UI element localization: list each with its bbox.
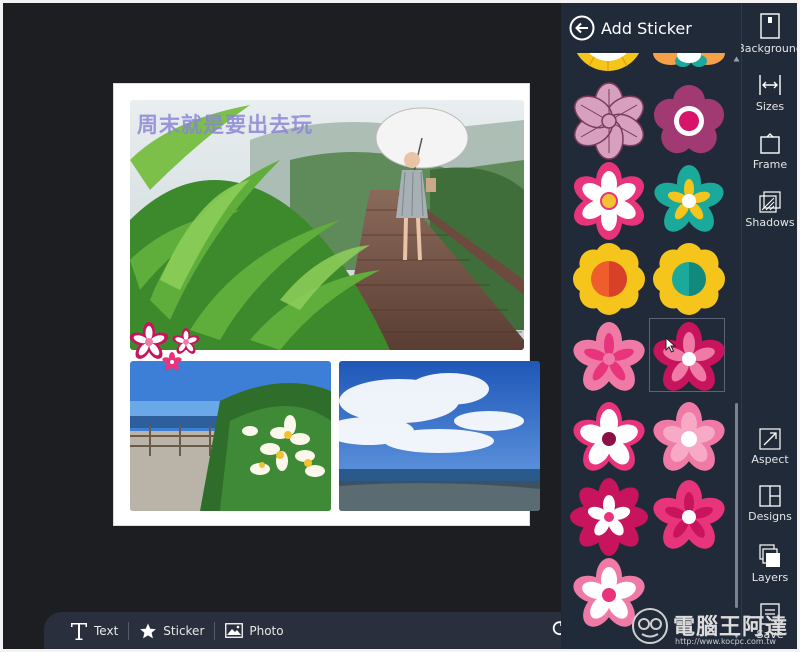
back-arrow-icon xyxy=(569,15,595,41)
sticker-item[interactable] xyxy=(649,399,729,479)
background-button[interactable]: Background xyxy=(737,13,797,55)
sticker-item[interactable] xyxy=(569,399,649,479)
sticker-button[interactable]: Sticker xyxy=(129,612,214,649)
scroll-up-icon[interactable] xyxy=(733,56,740,62)
sticker-panel: Add Sticker xyxy=(561,3,741,649)
sticker-item[interactable] xyxy=(649,319,729,399)
overlay-text[interactable]: 周末就是要出去玩 xyxy=(137,109,313,139)
right-rail: Background Sizes Frame Shadows Aspect De… xyxy=(737,3,797,649)
photo-button[interactable]: Photo xyxy=(215,612,293,649)
watermark-url: http://www.kocpc.com.tw xyxy=(675,637,776,646)
sticker-item[interactable] xyxy=(569,477,649,557)
sticker-item[interactable] xyxy=(649,81,729,161)
placed-stickers[interactable] xyxy=(129,322,209,372)
text-button-label: Text xyxy=(94,623,119,638)
panel-header: Add Sticker xyxy=(561,3,741,53)
text-button[interactable]: Text xyxy=(44,612,128,649)
shadows-label: Shadows xyxy=(745,216,795,229)
sizes-label: Sizes xyxy=(755,100,785,113)
frame-button[interactable]: Frame xyxy=(742,133,797,171)
sizes-button[interactable]: Sizes xyxy=(742,73,797,113)
designs-label: Designs xyxy=(748,510,792,523)
panel-title: Add Sticker xyxy=(601,18,692,38)
sticker-item[interactable] xyxy=(569,319,649,399)
designs-button[interactable]: Designs xyxy=(742,485,797,523)
background-icon xyxy=(760,13,780,39)
sizes-icon xyxy=(759,75,781,95)
collage-canvas[interactable]: 周末就是要出去玩 xyxy=(114,84,540,525)
app-window: 周末就是要出去玩 Text Sticker Photo Add Sticker … xyxy=(3,3,797,649)
sticker-grid xyxy=(561,3,741,649)
canvas-area: 周末就是要出去玩 Text Sticker Photo xyxy=(3,3,579,649)
text-icon xyxy=(70,621,88,641)
site-watermark: 電腦王阿達 http://www.kocpc.com.tw xyxy=(631,603,797,649)
aspect-label: Aspect xyxy=(751,453,789,466)
layers-button[interactable]: Layers xyxy=(742,544,797,584)
collage-photo-seascape[interactable] xyxy=(339,361,540,511)
sticker-button-label: Sticker xyxy=(163,623,205,638)
shadows-button[interactable]: Shadows xyxy=(742,191,797,229)
star-icon xyxy=(139,622,157,640)
photo-icon xyxy=(225,623,244,638)
sticker-item[interactable] xyxy=(569,239,649,319)
aspect-icon xyxy=(759,428,781,450)
frame-label: Frame xyxy=(752,158,788,171)
background-label: Background xyxy=(737,42,797,55)
layers-label: Layers xyxy=(751,571,789,584)
photo-button-label: Photo xyxy=(249,623,284,638)
sticker-item[interactable] xyxy=(569,161,649,241)
collage-photo-frangipani[interactable] xyxy=(130,361,331,511)
back-button[interactable] xyxy=(569,15,595,41)
collage-photo-boardwalk[interactable]: 周末就是要出去玩 xyxy=(130,100,524,350)
sticker-item[interactable] xyxy=(649,477,729,557)
shadows-icon xyxy=(759,191,781,213)
sticker-item[interactable] xyxy=(649,239,729,319)
layers-icon xyxy=(759,544,780,567)
sticker-item[interactable] xyxy=(649,161,729,241)
watermark-logo-icon xyxy=(632,608,668,644)
cursor-icon xyxy=(665,337,677,353)
sticker-item[interactable] xyxy=(569,81,649,161)
aspect-button[interactable]: Aspect xyxy=(742,428,797,466)
designs-icon xyxy=(759,485,781,507)
panel-scrollbar[interactable] xyxy=(735,403,738,608)
frame-icon xyxy=(760,133,780,154)
bottom-toolbar: Text Sticker Photo xyxy=(44,612,579,649)
